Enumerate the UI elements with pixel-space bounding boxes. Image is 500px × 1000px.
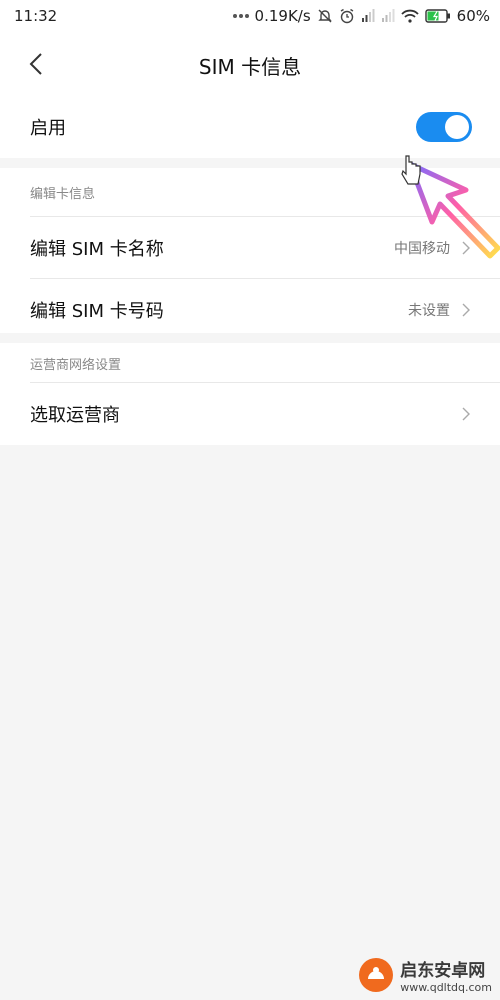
carrier-header: 运营商网络设置 xyxy=(0,343,500,383)
nav-bar: SIM 卡信息 xyxy=(0,32,500,96)
status-bar: 11:32 0.19K/s 60% xyxy=(0,0,500,32)
more-dots-icon xyxy=(232,13,249,19)
signal-icon-1 xyxy=(361,9,375,23)
wifi-icon xyxy=(401,9,419,23)
section-gap xyxy=(0,333,500,343)
page-title: SIM 卡信息 xyxy=(198,55,302,79)
network-speed: 0.19K/s xyxy=(254,7,311,25)
watermark: 启东安卓网 www.qdltdq.com xyxy=(358,956,492,994)
chevron-right-icon xyxy=(462,407,470,421)
chevron-right-icon xyxy=(462,303,470,317)
battery-icon xyxy=(424,9,451,23)
card-info-header-text: 编辑卡信息 xyxy=(30,187,96,202)
enable-section: 启用 xyxy=(0,96,500,158)
enable-toggle[interactable] xyxy=(416,112,472,142)
watermark-name: 启东安卓网 xyxy=(400,961,486,981)
status-time: 11:32 xyxy=(14,7,58,25)
edit-sim-name-label: 编辑 SIM 卡名称 xyxy=(30,239,164,260)
enable-label: 启用 xyxy=(30,118,66,139)
carrier-header-text: 运营商网络设置 xyxy=(30,357,122,373)
pointer-annotation xyxy=(396,152,500,266)
enable-row[interactable]: 启用 xyxy=(0,96,500,158)
select-carrier-label: 选取运营商 xyxy=(30,405,120,426)
status-icons: 0.19K/s 60% xyxy=(232,7,490,25)
signal-icon-2 xyxy=(381,9,395,23)
watermark-logo-icon xyxy=(359,958,394,992)
toggle-knob xyxy=(445,115,469,139)
sim-number-value: 未设置 xyxy=(408,303,450,319)
alarm-icon xyxy=(339,8,355,24)
edit-sim-number-row[interactable]: 编辑 SIM 卡号码 未设置 xyxy=(0,279,500,341)
edit-sim-number-label: 编辑 SIM 卡号码 xyxy=(30,301,164,322)
watermark-url: www.qdltdq.com xyxy=(400,981,492,994)
carrier-section: 运营商网络设置 选取运营商 xyxy=(0,343,500,445)
battery-percent: 60% xyxy=(456,7,490,25)
select-carrier-row[interactable]: 选取运营商 xyxy=(0,383,500,445)
mute-bell-icon xyxy=(317,8,333,24)
